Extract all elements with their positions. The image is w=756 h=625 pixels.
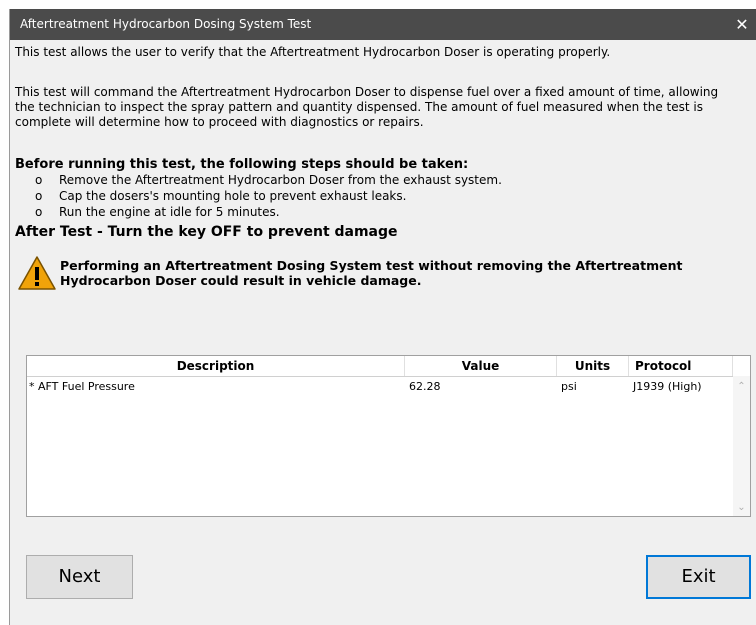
step-bullet: o bbox=[35, 173, 43, 187]
table-row[interactable]: * AFT Fuel Pressure 62.28 psi J1939 (Hig… bbox=[27, 378, 733, 396]
title-bar: Aftertreatment Hydrocarbon Dosing System… bbox=[10, 9, 756, 40]
step-item: o Cap the dosers's mounting hole to preve… bbox=[35, 189, 715, 204]
scroll-up-icon[interactable]: ⌃ bbox=[733, 378, 750, 395]
column-header-protocol[interactable]: Protocol bbox=[629, 356, 733, 376]
warning-icon bbox=[18, 256, 56, 290]
step-item: o Remove the Aftertreatment Hydrocarbon D… bbox=[35, 173, 715, 188]
after-test-notice: After Test - Turn the key OFF to prevent… bbox=[15, 224, 398, 240]
cell-protocol: J1939 (High) bbox=[633, 380, 702, 393]
window-title: Aftertreatment Hydrocarbon Dosing System… bbox=[20, 17, 312, 31]
step-text: Remove the Aftertreatment Hydrocarbon Do… bbox=[59, 173, 502, 187]
table-scrollbar[interactable]: ⌃ ⌄ bbox=[733, 376, 750, 516]
parameter-table: Description Value Units Protocol * AFT F… bbox=[26, 355, 751, 517]
column-header-units[interactable]: Units bbox=[557, 356, 629, 376]
step-item: o Run the engine at idle for 5 minutes. bbox=[35, 205, 715, 220]
step-bullet: o bbox=[35, 189, 43, 203]
step-text: Run the engine at idle for 5 minutes. bbox=[59, 205, 280, 219]
cell-description: * AFT Fuel Pressure bbox=[29, 380, 135, 393]
intro-text: This test allows the user to verify that… bbox=[15, 45, 611, 59]
next-button[interactable]: Next bbox=[26, 555, 133, 599]
column-header-value[interactable]: Value bbox=[405, 356, 557, 376]
cell-value: 62.28 bbox=[409, 380, 441, 393]
step-text: Cap the dosers's mounting hole to preven… bbox=[59, 189, 407, 203]
step-bullet: o bbox=[35, 205, 43, 219]
scroll-down-icon[interactable]: ⌄ bbox=[733, 499, 750, 516]
steps-heading: Before running this test, the following … bbox=[15, 157, 469, 172]
cell-units: psi bbox=[561, 380, 577, 393]
table-header: Description Value Units Protocol bbox=[27, 356, 750, 377]
warning-message: Performing an Aftertreatment Dosing Syst… bbox=[60, 258, 683, 288]
description-text: This test will command the Aftertreatmen… bbox=[15, 85, 719, 129]
column-header-description[interactable]: Description bbox=[27, 356, 405, 376]
close-icon[interactable]: ✕ bbox=[727, 9, 756, 40]
exit-button[interactable]: Exit bbox=[646, 555, 751, 599]
